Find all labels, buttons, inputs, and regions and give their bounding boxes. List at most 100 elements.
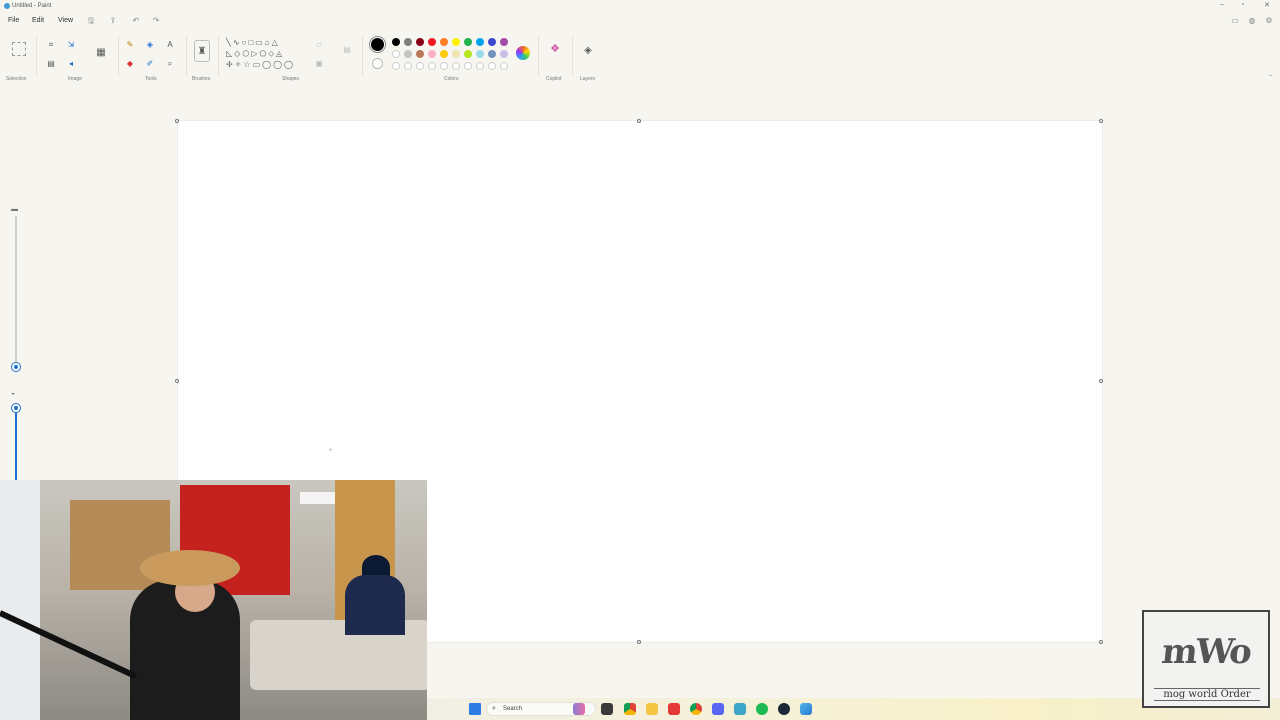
shapes-gallery[interactable]: ╲∿○□▭⌂△ ◺◇⬡▷⬠⬦◬ ✢✧☆▭◯◯◯ (226, 37, 306, 73)
search-placeholder: Search (503, 706, 523, 712)
opacity-icon: ◒ (11, 390, 16, 397)
undo-icon[interactable]: ↶ (131, 16, 141, 26)
custom-color-slot[interactable] (488, 62, 496, 70)
color-swatch[interactable] (416, 38, 424, 46)
discord-icon[interactable] (712, 703, 724, 715)
chrome-icon[interactable] (624, 703, 636, 715)
logo-letters: mWo (1159, 632, 1253, 672)
comment-icon[interactable]: ▭ (1230, 16, 1240, 26)
pencil-icon[interactable]: ✎ (125, 40, 135, 50)
eraser-icon[interactable]: ◆ (125, 59, 135, 69)
resize-handle[interactable] (175, 119, 179, 123)
background-removal-icon[interactable]: ▦ (96, 48, 106, 58)
resize-icon[interactable]: ⇲ (66, 40, 76, 50)
opacity-knob[interactable] (12, 404, 20, 412)
color-swatch[interactable] (392, 38, 400, 46)
search-icon: ⌕ (492, 705, 496, 712)
copilot-taskbar-icon[interactable] (573, 703, 585, 715)
webcam-cowboy-hat (140, 550, 240, 586)
opacity-track[interactable] (15, 405, 17, 480)
custom-color-slot[interactable] (500, 62, 508, 70)
color-swatch[interactable] (416, 50, 424, 58)
text-icon[interactable]: A (165, 40, 175, 50)
custom-color-slot[interactable] (452, 62, 460, 70)
paint-taskbar-icon[interactable] (800, 703, 812, 715)
fill-icon[interactable]: ◈ (145, 40, 155, 50)
crop-icon[interactable]: ⌗ (46, 40, 56, 50)
color-swatch[interactable] (488, 50, 496, 58)
brush-size-knob[interactable] (12, 363, 20, 371)
color-swatch[interactable] (404, 38, 412, 46)
resize-handle[interactable] (1099, 119, 1103, 123)
secondary-color[interactable] (372, 58, 383, 69)
layers-icon[interactable]: ◈ (583, 46, 593, 56)
chrome-alt-icon[interactable] (690, 703, 702, 715)
custom-color-slot[interactable] (404, 62, 412, 70)
color-swatch[interactable] (476, 38, 484, 46)
resize-handle[interactable] (175, 379, 179, 383)
share-icon[interactable]: ⇪ (108, 16, 118, 26)
color-swatch[interactable] (464, 50, 472, 58)
notepad-icon[interactable] (734, 703, 746, 715)
color-swatch[interactable] (452, 50, 460, 58)
windows-start-icon[interactable] (469, 703, 481, 715)
divider (572, 36, 573, 76)
menu-file[interactable]: File (8, 17, 19, 24)
steam-icon[interactable] (778, 703, 790, 715)
resize-handle[interactable] (1099, 379, 1103, 383)
selection-tool-icon[interactable] (12, 42, 26, 56)
resize-handle[interactable] (1099, 640, 1103, 644)
menu-edit[interactable]: Edit (32, 17, 44, 24)
shape-size-icon[interactable]: ▤ (342, 45, 352, 55)
menu-view[interactable]: View (58, 17, 73, 24)
custom-color-slot[interactable] (428, 62, 436, 70)
webcam-overlay (0, 480, 427, 720)
shapes-row: ◺◇⬡▷⬠⬦◬ (226, 49, 285, 58)
primary-color[interactable] (371, 38, 384, 51)
custom-color-slot[interactable] (392, 62, 400, 70)
app-red-icon[interactable] (668, 703, 680, 715)
magnifier-icon[interactable]: ⌕ (165, 59, 175, 69)
custom-color-slot[interactable] (416, 62, 424, 70)
custom-color-slot[interactable] (476, 62, 484, 70)
rotate-icon[interactable]: ◂ (66, 59, 76, 69)
brush-size-track[interactable] (15, 216, 17, 366)
group-label-selection: Selection (6, 76, 27, 82)
resize-handle[interactable] (637, 640, 641, 644)
color-swatch[interactable] (440, 50, 448, 58)
collapse-ribbon-icon[interactable]: ⌃ (1268, 74, 1273, 81)
color-swatch[interactable] (392, 50, 400, 58)
restore-button[interactable]: ▫ (1237, 1, 1249, 11)
copilot-icon[interactable]: ❖ (550, 44, 560, 55)
color-swatch[interactable] (428, 38, 436, 46)
color-swatch[interactable] (500, 38, 508, 46)
image-select-icon[interactable]: ▤ (46, 59, 56, 69)
edit-colors-icon[interactable] (516, 46, 530, 60)
save-icon[interactable]: 🖫 (86, 16, 96, 26)
outline-icon[interactable]: ▱ (314, 40, 324, 50)
color-swatch[interactable] (488, 38, 496, 46)
color-swatch[interactable] (464, 38, 472, 46)
custom-color-slot[interactable] (464, 62, 472, 70)
color-swatch[interactable] (452, 38, 460, 46)
custom-color-slot[interactable] (440, 62, 448, 70)
color-swatch[interactable] (500, 50, 508, 58)
minimize-button[interactable]: – (1216, 1, 1228, 11)
resize-handle[interactable] (637, 119, 641, 123)
account-icon[interactable]: ◍ (1247, 16, 1257, 26)
shape-fill-icon[interactable]: ▣ (314, 59, 324, 69)
folder-icon[interactable] (646, 703, 658, 715)
redo-icon[interactable]: ↷ (151, 16, 161, 26)
spotify-icon[interactable] (756, 703, 768, 715)
close-button[interactable]: ✕ (1261, 1, 1273, 11)
shapes-row: ✢✧☆▭◯◯◯ (226, 60, 295, 69)
mwo-logo: mWo mog world Order (1142, 610, 1270, 708)
color-swatch[interactable] (404, 50, 412, 58)
color-swatch[interactable] (476, 50, 484, 58)
brush-icon[interactable]: ♜ (194, 40, 210, 62)
color-swatch[interactable] (428, 50, 436, 58)
color-picker-icon[interactable]: ✐ (145, 59, 155, 69)
task-view-icon[interactable] (601, 703, 613, 715)
settings-icon[interactable]: ⚙ (1264, 16, 1274, 26)
color-swatch[interactable] (440, 38, 448, 46)
